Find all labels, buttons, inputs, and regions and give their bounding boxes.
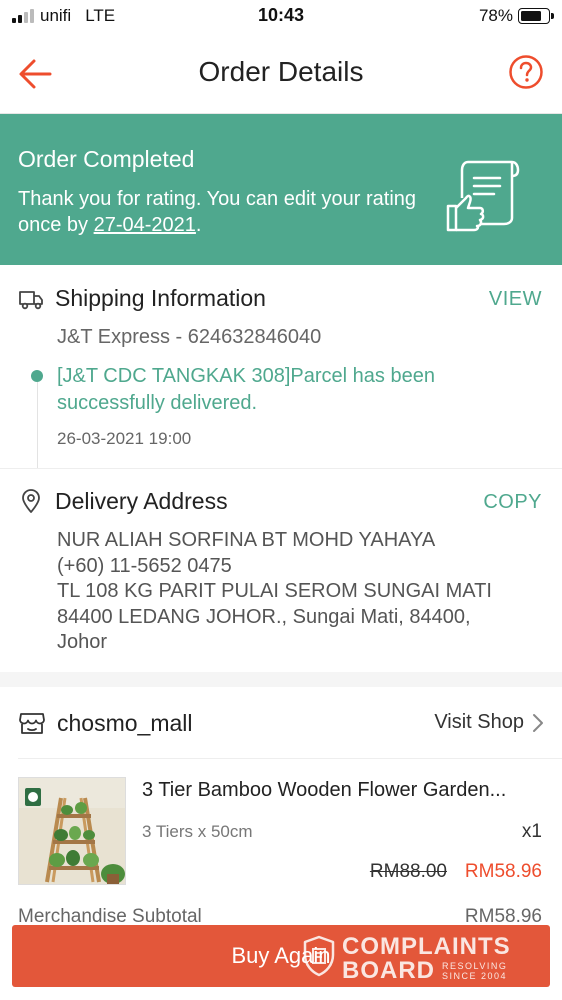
product-image[interactable] xyxy=(18,777,126,885)
copy-address-button[interactable]: COPY xyxy=(483,491,542,514)
rating-message-end: . xyxy=(195,214,202,236)
rating-message-text: Thank you for rating. You can edit your … xyxy=(18,188,417,236)
product-name[interactable]: 3 Tier Bamboo Wooden Flower Garden... xyxy=(142,779,542,802)
watermark-tagline-2: SINCE 2004 xyxy=(442,971,508,981)
shipping-information-section: Shipping Information VIEW J&T Express - … xyxy=(0,265,562,468)
sale-price: RM58.96 xyxy=(464,861,542,882)
product-variant: 3 Tiers x 50cm xyxy=(142,822,253,841)
address-line-2: 84400 LEDANG JOHOR., Sungai Mati, 84400, xyxy=(57,605,471,628)
shop-name[interactable]: chosmo_mall xyxy=(57,710,193,737)
view-shipping-button[interactable]: VIEW xyxy=(489,288,542,311)
tracking-timestamp: 26-03-2021 19:00 xyxy=(57,429,192,448)
product-photo xyxy=(19,778,125,884)
watermark-tagline: RESOLVING SINCE 2004 xyxy=(442,961,507,981)
address-line-3: Johor xyxy=(57,631,108,653)
original-price: RM88.00 xyxy=(369,861,447,882)
timeline-dot xyxy=(31,370,43,382)
battery-icon xyxy=(518,8,554,24)
visit-shop-button[interactable]: Visit Shop xyxy=(434,711,544,734)
shield-icon xyxy=(303,935,335,977)
complaints-board-watermark: COMPLAINTS BOARD RESOLVING SINCE 2004 xyxy=(302,933,542,984)
help-button[interactable] xyxy=(508,54,544,90)
order-status-title: Order Completed xyxy=(18,146,195,172)
status-time: 10:43 xyxy=(257,5,305,25)
shipping-information-title: Shipping Information xyxy=(55,285,266,311)
nav-bar: Order Details xyxy=(0,34,562,114)
rating-deadline-link[interactable]: 27-04-2021 xyxy=(94,214,196,236)
buy-again-button[interactable]: Buy Again COMPLAINTS BOARD RESOLVING SIN… xyxy=(12,925,550,987)
rating-receipt-icon xyxy=(446,160,520,232)
battery-level xyxy=(521,11,542,21)
order-status-banner: Order Completed Thank you for rating. Yo… xyxy=(0,114,562,265)
recipient-name: NUR ALIAH SORFINA BT MOHD YAHAYA xyxy=(57,529,436,551)
section-gap xyxy=(0,672,562,687)
timeline-line xyxy=(37,373,38,468)
location-pin-icon xyxy=(22,489,40,513)
product-quantity: x1 xyxy=(521,821,542,842)
question-circle-icon xyxy=(509,55,543,89)
recipient-phone: (+60) 11-5652 0475 xyxy=(57,554,232,577)
shop-divider xyxy=(18,758,562,759)
watermark-line-2: BOARD xyxy=(342,957,435,984)
rating-message: Thank you for rating. You can edit your … xyxy=(18,186,418,238)
delivery-address-title: Delivery Address xyxy=(55,488,228,514)
truck-icon xyxy=(19,291,43,310)
visit-shop-label: Visit Shop xyxy=(434,711,524,733)
tracking-status: [J&T CDC TANGKAK 308]Parcel has been suc… xyxy=(57,365,435,414)
battery-percent: 78% xyxy=(478,6,513,25)
status-bar: unifi LTE 10:43 78% xyxy=(0,0,562,34)
delivery-address-section: Delivery Address COPY NUR ALIAH SORFINA … xyxy=(0,469,562,672)
address-details: NUR ALIAH SORFINA BT MOHD YAHAYA (+60) 1… xyxy=(57,528,537,656)
tracking-number: J&T Express - 624632846040 xyxy=(57,326,322,348)
address-line-1: TL 108 KG PARIT PULAI SEROM SUNGAI MATI xyxy=(57,580,492,602)
status-right: 78% xyxy=(478,6,554,26)
page-title: Order Details xyxy=(198,56,364,87)
shop-icon xyxy=(19,713,45,734)
chevron-right-icon xyxy=(533,713,543,732)
watermark-tagline-1: RESOLVING xyxy=(442,961,508,971)
